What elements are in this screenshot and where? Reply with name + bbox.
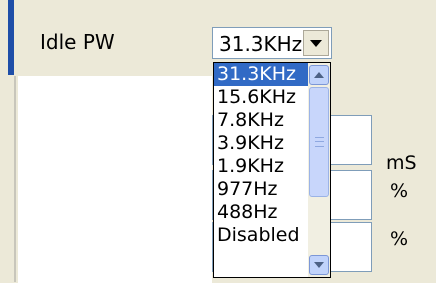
combo-selected-value: 31.3KHz	[219, 32, 303, 56]
grip-icon	[314, 137, 324, 147]
unit-percent-label-2: %	[390, 228, 409, 250]
dropdown-button[interactable]	[303, 30, 329, 56]
scroll-thumb[interactable]	[309, 87, 329, 197]
row-list-area	[18, 76, 212, 283]
row-accent-bar	[8, 0, 14, 75]
dropdown-scrollbar[interactable]	[308, 63, 330, 277]
idle-pw-combobox[interactable]: 31.3KHz	[212, 27, 332, 59]
unit-ms-label: mS	[386, 152, 417, 174]
chevron-up-icon	[314, 72, 324, 78]
chevron-down-icon	[314, 262, 324, 268]
unit-percent-label-1: %	[390, 180, 409, 202]
panel-divider	[14, 76, 16, 282]
idle-pw-label: Idle PW	[40, 30, 115, 54]
scroll-up-button[interactable]	[309, 65, 329, 85]
frequency-dropdown-list[interactable]: 31.3KHz 15.6KHz 7.8KHz 3.9KHz 1.9KHz 977Hz 488…	[213, 62, 331, 278]
scroll-down-button[interactable]	[309, 255, 329, 275]
chevron-down-icon	[310, 39, 322, 47]
